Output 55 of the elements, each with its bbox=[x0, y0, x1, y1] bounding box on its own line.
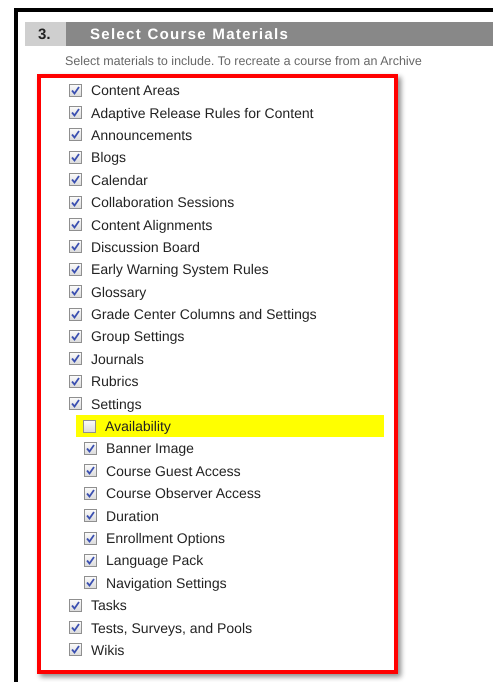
option-label: Blogs bbox=[91, 149, 126, 166]
option-label: Course Observer Access bbox=[106, 485, 261, 502]
instruction-text: Select materials to include. To recreate a course from an Archive bbox=[65, 54, 423, 68]
option-label: Tests, Surveys, and Pools bbox=[91, 620, 252, 636]
option-label: Adaptive Release Rules for Content bbox=[91, 104, 314, 121]
checkbox[interactable] bbox=[84, 486, 97, 500]
checkbox[interactable] bbox=[69, 173, 82, 186]
checkbox[interactable] bbox=[84, 509, 97, 522]
section-title: Select Course Materials bbox=[66, 22, 493, 46]
checkbox[interactable] bbox=[84, 576, 97, 590]
checkbox[interactable] bbox=[83, 420, 96, 433]
checkbox[interactable] bbox=[69, 374, 82, 388]
option-label: Rubrics bbox=[91, 373, 138, 390]
option-label: Tasks bbox=[91, 597, 127, 614]
checkbox[interactable] bbox=[69, 598, 82, 612]
checkbox[interactable] bbox=[69, 397, 82, 410]
checkbox[interactable] bbox=[69, 84, 82, 97]
option-label: Content Areas bbox=[91, 82, 180, 98]
option-label: Content Alignments bbox=[91, 216, 212, 233]
option-label: Navigation Settings bbox=[106, 574, 227, 591]
checkbox[interactable] bbox=[69, 128, 82, 142]
checkbox[interactable] bbox=[84, 464, 97, 478]
checkbox[interactable] bbox=[69, 218, 82, 232]
option-label: Duration bbox=[106, 508, 159, 524]
checkbox[interactable] bbox=[84, 554, 97, 567]
option-label: Language Pack bbox=[106, 552, 204, 568]
checkbox[interactable] bbox=[69, 106, 82, 120]
option-label: Grade Center Columns and Settings bbox=[91, 306, 317, 322]
option-label: Group Settings bbox=[91, 328, 184, 344]
option-label: Availability bbox=[105, 418, 171, 434]
checkbox[interactable] bbox=[69, 643, 82, 656]
option-label: Enrollment Options bbox=[106, 530, 226, 546]
option-label: Journals bbox=[91, 350, 144, 367]
checkbox[interactable] bbox=[69, 352, 82, 366]
option-label: Wikis bbox=[91, 642, 124, 658]
option-label: Settings bbox=[91, 396, 142, 412]
checkbox[interactable] bbox=[69, 308, 82, 321]
option-label: Announcements bbox=[91, 126, 192, 143]
option-label: Calendar bbox=[91, 172, 148, 188]
checkbox[interactable] bbox=[69, 196, 82, 209]
checkbox[interactable] bbox=[69, 150, 82, 164]
option-label: Banner Image bbox=[106, 440, 194, 456]
checkbox[interactable] bbox=[84, 532, 97, 544]
option-label: Glossary bbox=[91, 284, 146, 300]
option-label: Collaboration Sessions bbox=[91, 194, 234, 210]
checkbox[interactable] bbox=[69, 240, 82, 254]
checkbox[interactable] bbox=[69, 330, 82, 343]
option-label: Early Warning System Rules bbox=[91, 261, 269, 278]
checkbox[interactable] bbox=[69, 285, 82, 298]
checkbox[interactable] bbox=[69, 621, 82, 634]
option-label: Course Guest Access bbox=[106, 462, 241, 479]
checkbox[interactable] bbox=[84, 442, 97, 455]
checkbox[interactable] bbox=[69, 262, 82, 276]
step-number: 3. bbox=[25, 22, 66, 46]
option-label: Discussion Board bbox=[91, 238, 200, 255]
